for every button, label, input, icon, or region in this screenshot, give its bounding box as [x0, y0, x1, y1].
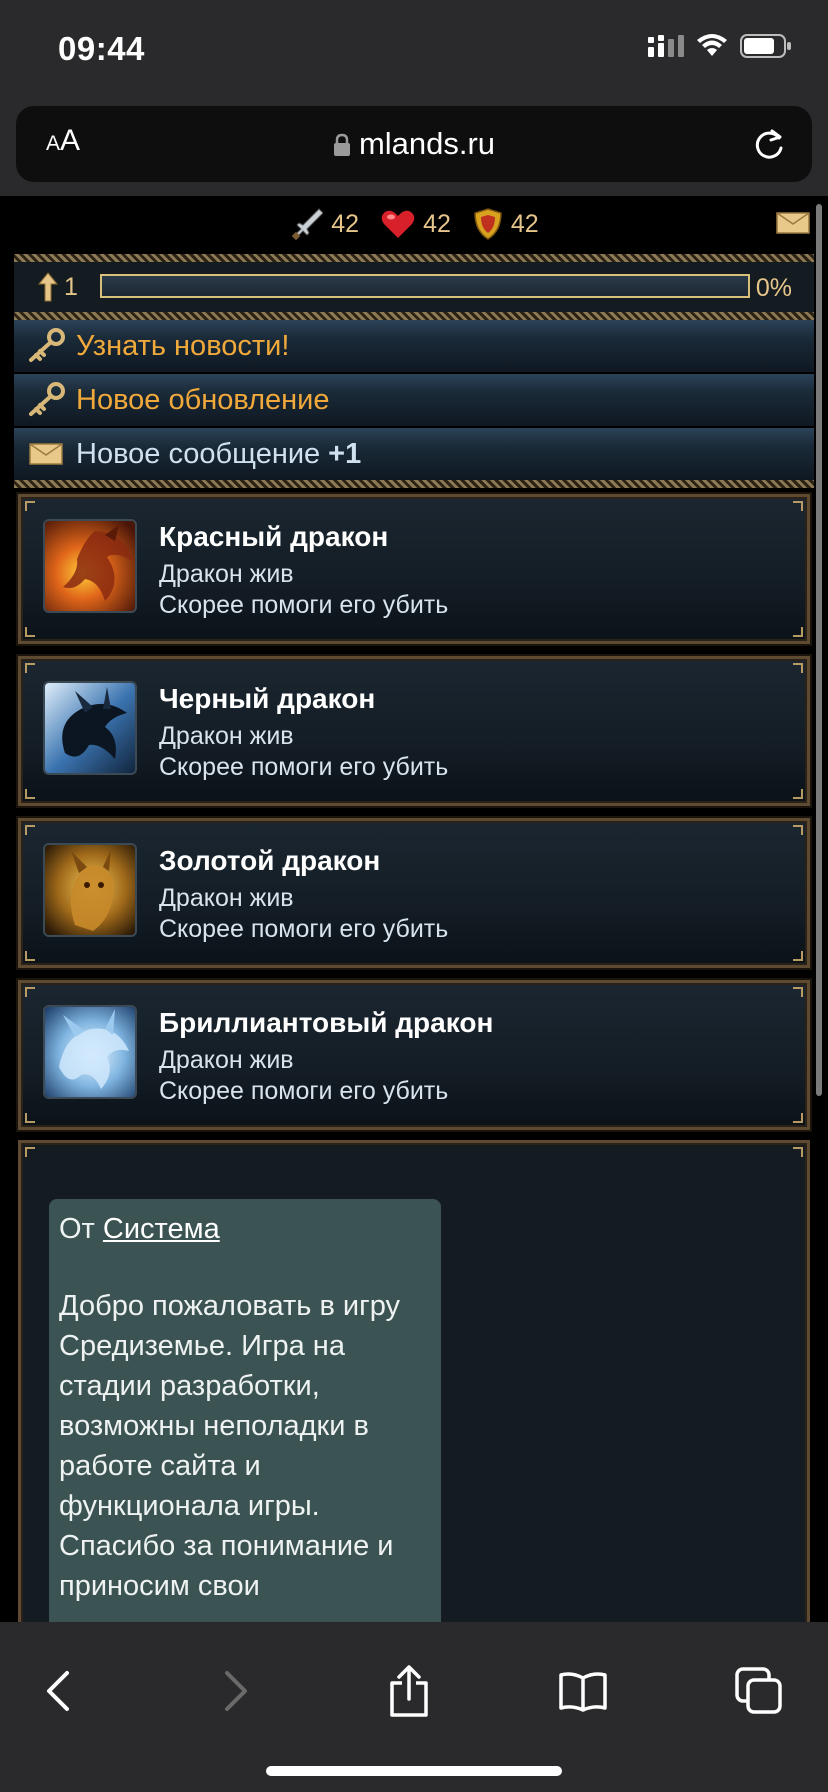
- sword-icon: [292, 208, 324, 241]
- dragon-status: Дракон жив: [159, 722, 294, 750]
- scroll-indicator[interactable]: [816, 204, 822, 1096]
- reload-icon: [755, 129, 783, 159]
- dragon-name: Бриллиантовый дракон: [159, 1007, 494, 1038]
- xp-percent: 0%: [755, 274, 792, 302]
- level-arrow-icon: [38, 272, 58, 302]
- game-page[interactable]: 42 42 42 1 0% Узнать новости! Новое обно…: [0, 196, 828, 1622]
- battery-icon: [740, 34, 791, 58]
- status-time: 09:44: [58, 30, 145, 67]
- status-icons: [648, 34, 792, 58]
- key-icon: [29, 382, 65, 416]
- dragon-hint: Скорее помоги его убить: [159, 1077, 449, 1105]
- message-bubble: От Система Добро пожаловать в игру Среди…: [49, 1199, 441, 1622]
- signal-icon: [648, 35, 684, 57]
- home-indicator: [266, 1766, 562, 1776]
- dragon-status: Дракон жив: [159, 560, 294, 588]
- share-button[interactable]: [374, 1656, 444, 1726]
- forward-icon: [225, 1671, 247, 1711]
- dragon-card-black[interactable]: Черный дракон Дракон жив Скорее помоги е…: [18, 656, 810, 806]
- news-item-learn-news[interactable]: Узнать новости!: [14, 320, 814, 372]
- dragon-status: Дракон жив: [159, 884, 294, 912]
- dragon-card-diamond[interactable]: Бриллиантовый дракон Дракон жив Скорее п…: [18, 980, 810, 1130]
- golden-dragon-image: [43, 843, 137, 937]
- dragon-name: Золотой дракон: [159, 845, 381, 876]
- reload-button[interactable]: [752, 126, 786, 167]
- news-label: Новое обновление: [76, 383, 330, 416]
- status-bar: 09:44: [0, 0, 828, 98]
- health-stat: 42: [381, 209, 451, 239]
- heart-icon: [381, 210, 415, 238]
- share-icon: [390, 1665, 428, 1717]
- news-item-new-update[interactable]: Новое обновление: [14, 374, 814, 426]
- shield-icon: [474, 208, 502, 240]
- bookmarks-button[interactable]: [548, 1656, 618, 1726]
- health-value: 42: [423, 209, 451, 238]
- mail-icon: [29, 443, 63, 465]
- url-text: mlands.ru: [358, 126, 496, 161]
- news-label: Узнать новости!: [76, 329, 290, 362]
- black-dragon-image: [43, 681, 137, 775]
- stats-row: 42 42 42: [0, 196, 828, 252]
- url-display[interactable]: mlands.ru: [16, 126, 812, 162]
- xp-progress-bar: [100, 274, 750, 298]
- mail-button[interactable]: [776, 212, 810, 241]
- address-bar[interactable]: AA mlands.ru: [16, 106, 812, 182]
- dragon-hint: Скорее помоги его убить: [159, 915, 449, 943]
- dragon-card-red[interactable]: Красный дракон Дракон жив Скорее помоги …: [18, 494, 810, 644]
- browser-address-area: AA mlands.ru: [0, 98, 828, 196]
- red-dragon-image: [43, 519, 137, 613]
- tabs-icon: [735, 1667, 782, 1714]
- rope-divider: [14, 312, 814, 320]
- message-count-badge: +1: [328, 437, 362, 470]
- diamond-dragon-image: [43, 1005, 137, 1099]
- back-button[interactable]: [22, 1656, 92, 1726]
- mail-icon: [776, 212, 810, 234]
- message-panel: От Система Добро пожаловать в игру Среди…: [18, 1140, 810, 1622]
- defense-stat: 42: [473, 207, 539, 241]
- dragon-name: Черный дракон: [159, 683, 376, 714]
- level-number: 1: [64, 272, 78, 301]
- message-sender-link[interactable]: Система: [103, 1213, 220, 1245]
- back-icon: [47, 1671, 69, 1711]
- dragon-card-golden[interactable]: Золотой дракон Дракон жив Скорее помоги …: [18, 818, 810, 968]
- bookmarks-icon: [559, 1672, 607, 1712]
- dragon-hint: Скорее помоги его убить: [159, 753, 449, 781]
- wifi-icon: [697, 34, 727, 56]
- dragon-hint: Скорее помоги его убить: [159, 591, 449, 619]
- lock-icon: [333, 133, 350, 156]
- dragon-name: Красный дракон: [159, 521, 389, 552]
- message-from: От Система: [59, 1213, 220, 1245]
- attack-value: 42: [331, 209, 360, 238]
- message-text: Добро пожаловать в игру Средиземье. Игра…: [59, 1290, 400, 1602]
- news-item-new-message[interactable]: Новое сообщение +1: [14, 428, 814, 480]
- forward-button[interactable]: [202, 1656, 272, 1726]
- browser-toolbar: [0, 1622, 828, 1792]
- dragon-status: Дракон жив: [159, 1046, 294, 1074]
- level-row: 1 0%: [14, 262, 814, 312]
- tabs-button[interactable]: [724, 1656, 794, 1726]
- news-label: Новое сообщение: [76, 437, 321, 470]
- attack-stat: 42: [289, 207, 359, 241]
- key-icon: [29, 328, 65, 362]
- rope-divider: [14, 254, 814, 262]
- rope-divider: [14, 480, 814, 488]
- defense-value: 42: [510, 209, 539, 238]
